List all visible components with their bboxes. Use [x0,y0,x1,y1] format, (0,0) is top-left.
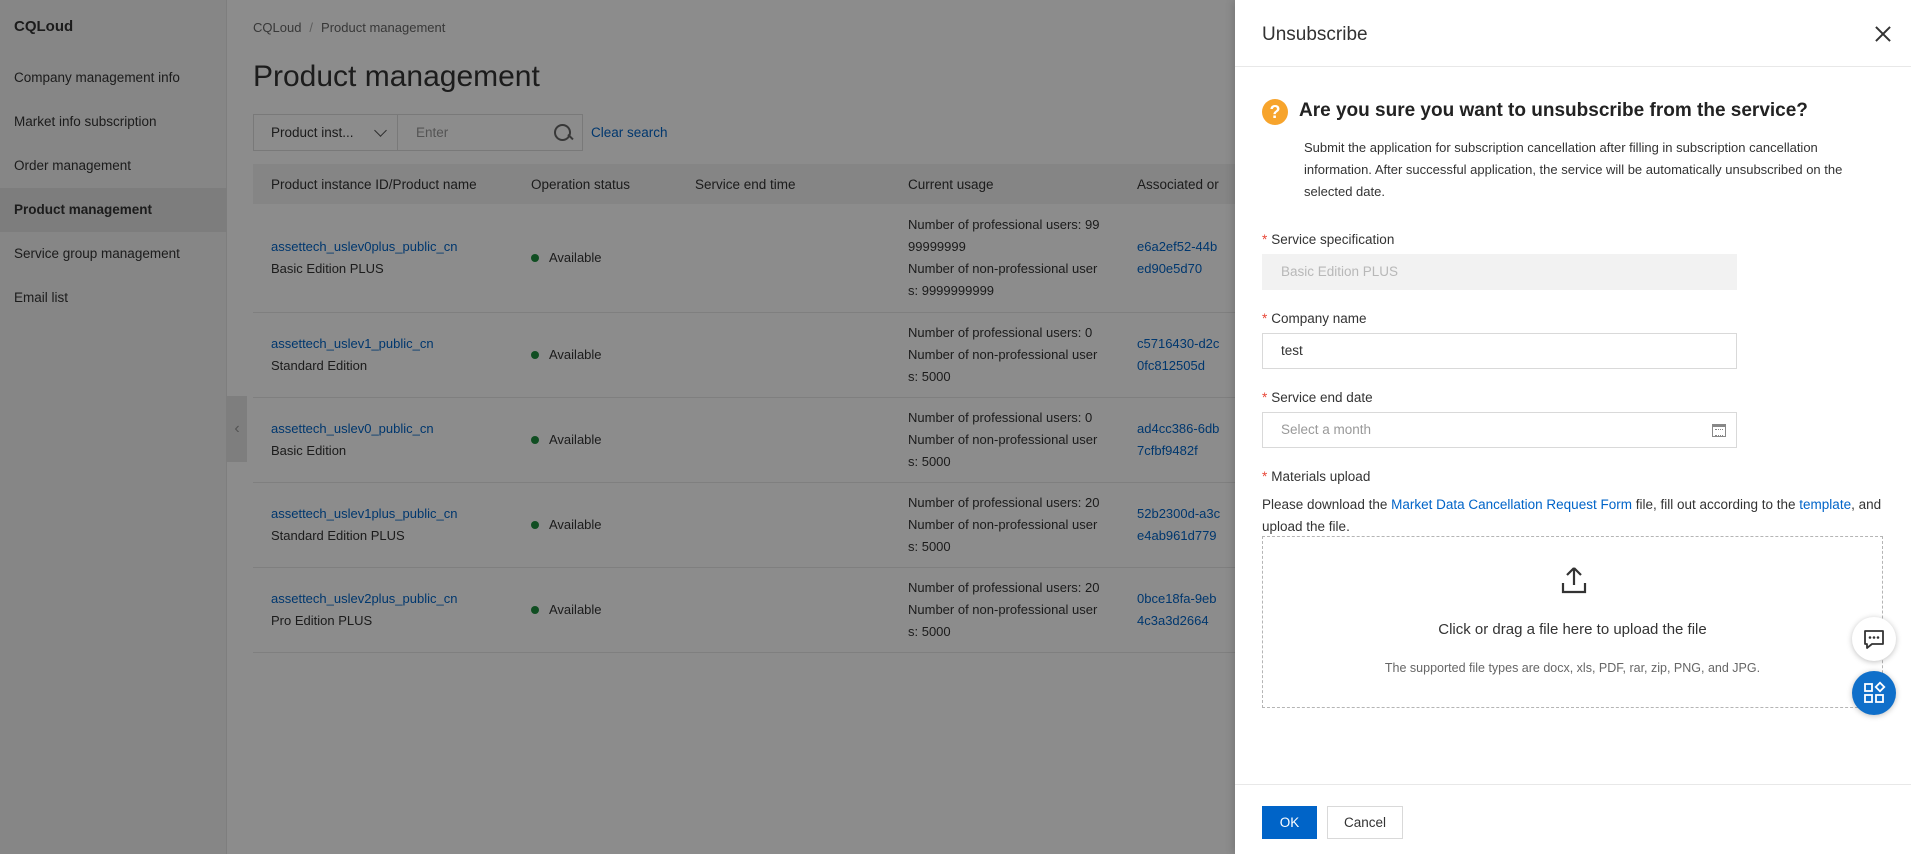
ok-button[interactable]: OK [1262,806,1317,839]
drawer-title: Unsubscribe [1262,24,1368,45]
label-text: Service end date [1271,390,1373,405]
instruction-text: file, fill out according to the [1631,497,1800,512]
service-specification-label: * Service specification [1262,232,1394,247]
chat-icon [1864,630,1884,649]
date-picker-placeholder: Select a month [1281,422,1372,437]
service-end-date-label: * Service end date [1262,390,1373,405]
required-mark: * [1262,232,1268,247]
cancellation-form-link[interactable]: Market Data Cancellation Request Form [1391,497,1632,512]
dropzone-filetypes-text: The supported file types are docx, xls, … [1384,661,1761,675]
company-name-label: * Company name [1262,311,1367,326]
upload-instructions: Please download the Market Data Cancella… [1262,494,1882,538]
required-mark: * [1262,311,1268,326]
apps-icon [1864,681,1886,703]
materials-upload-label: * Materials upload [1262,469,1370,484]
label-text: Materials upload [1271,469,1371,484]
question-icon: ? [1262,99,1288,125]
confirm-title: Are you sure you want to unsubscribe fro… [1299,100,1808,121]
label-text: Service specification [1271,232,1395,247]
calendar-icon[interactable] [1712,424,1726,437]
required-mark: * [1262,469,1268,484]
label-text: Company name [1271,311,1367,326]
company-name-input[interactable]: test [1262,333,1737,369]
close-icon[interactable] [1871,22,1895,46]
apps-button[interactable] [1852,671,1896,715]
dropzone-main-text: Click or drag a file here to upload the … [1438,621,1707,638]
service-end-date-picker[interactable]: Select a month [1262,412,1737,448]
chat-button[interactable] [1852,617,1896,661]
service-specification-field: Basic Edition PLUS [1262,254,1737,290]
cancel-button[interactable]: Cancel [1327,806,1403,839]
drawer-header: Unsubscribe [1235,0,1911,67]
template-link[interactable]: template [1799,497,1851,512]
drawer-footer: OK Cancel [1235,784,1911,854]
instruction-text: Please download the [1262,497,1392,512]
unsubscribe-drawer: Unsubscribe ? Are you sure you want to u… [1235,0,1911,854]
required-mark: * [1262,390,1268,405]
file-dropzone[interactable]: Click or drag a file here to upload the … [1262,536,1883,708]
upload-icon [1561,567,1587,594]
confirm-description: Submit the application for subscription … [1304,140,1843,199]
